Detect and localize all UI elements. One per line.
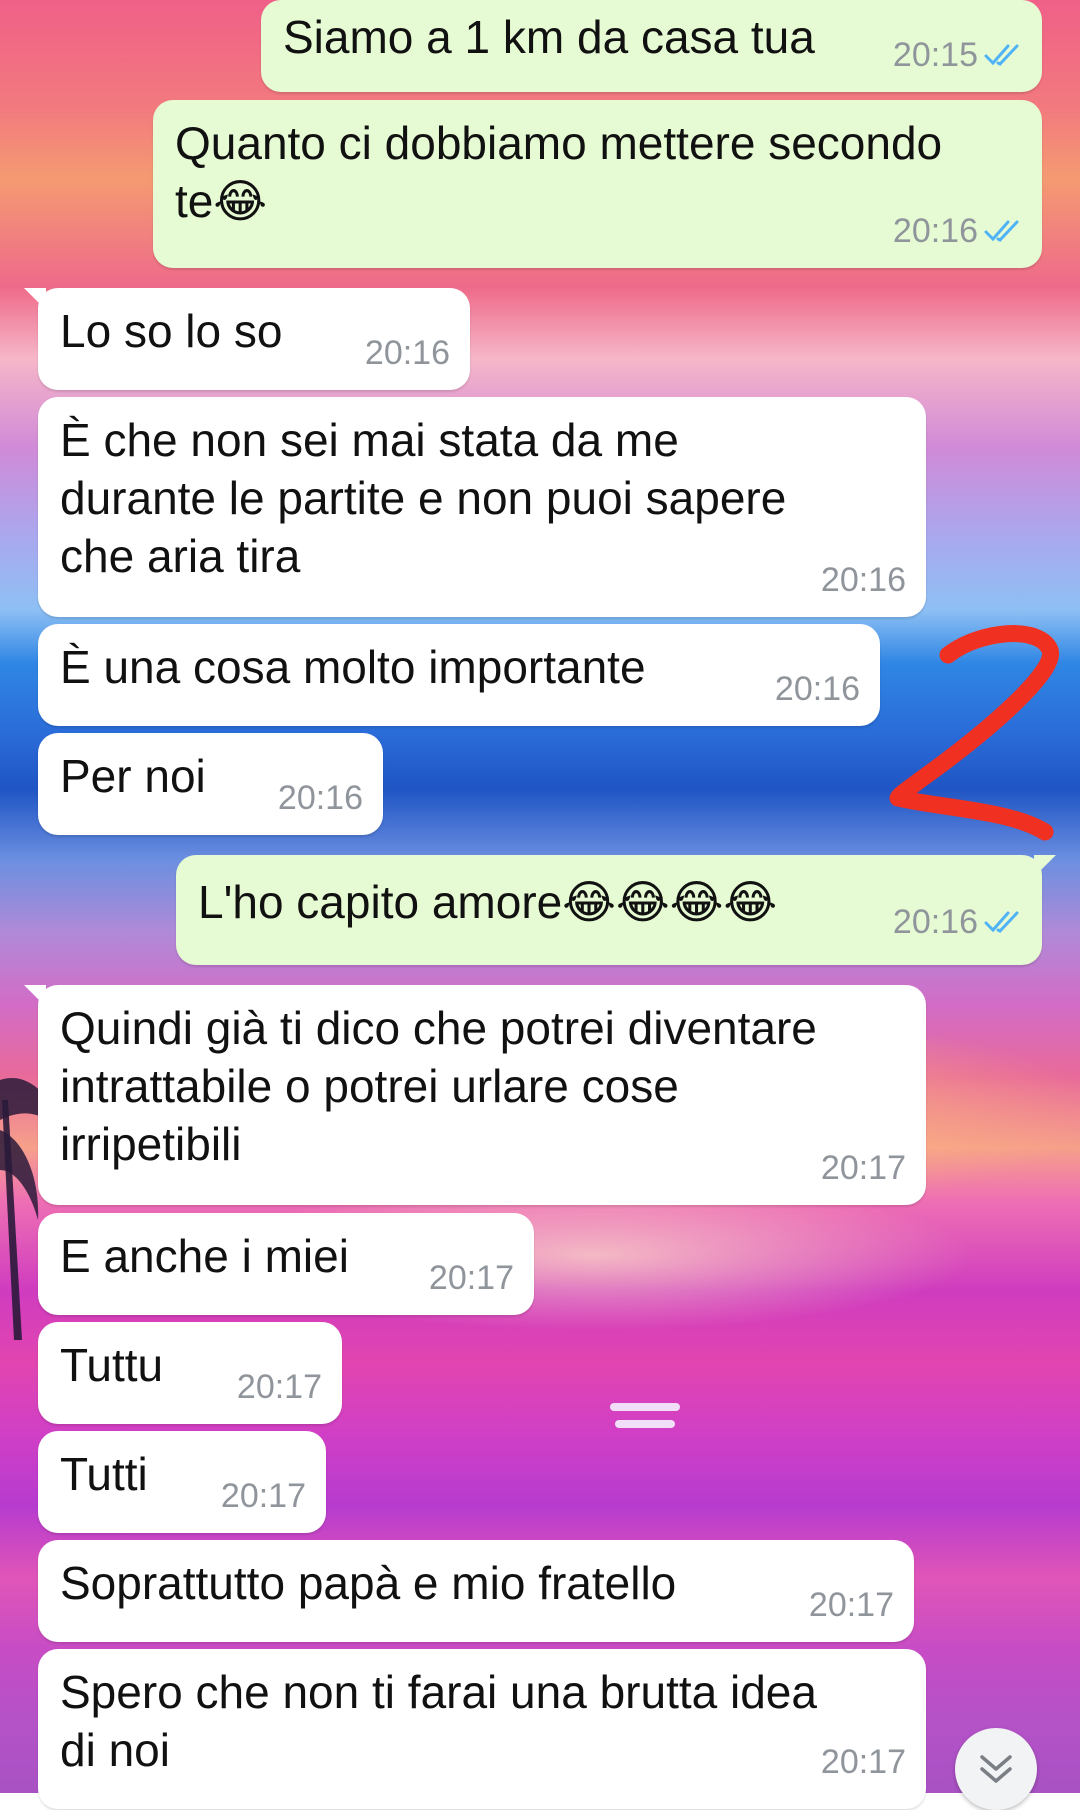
message-time: 20:16 [892, 903, 978, 941]
incoming-message[interactable]: E anche i miei 20:17 [38, 1213, 534, 1315]
message-time: 20:16 [892, 212, 978, 250]
outgoing-message[interactable]: Siamo a 1 km da casa tua 20:15 [261, 0, 1042, 92]
message-meta: 20:17 [821, 1733, 906, 1791]
double-check-icon [984, 911, 1019, 933]
incoming-message[interactable]: Lo so lo so 20:16 [24, 288, 470, 390]
incoming-message[interactable]: Tutti 20:17 [38, 1431, 326, 1533]
incoming-message[interactable]: Tuttu 20:17 [38, 1322, 342, 1424]
outgoing-message[interactable]: Quanto ci dobbiamo mettere secondo te😂 2… [153, 100, 1042, 268]
message-meta: 20:16 [278, 769, 363, 827]
message-meta: 20:16 [775, 660, 860, 718]
message-time: 20:17 [428, 1259, 514, 1297]
bubble-tail [24, 985, 46, 1007]
message-text: Spero che non ti farai una brutta idea d… [60, 1666, 817, 1776]
incoming-message[interactable]: È una cosa molto importante 20:16 [38, 624, 880, 726]
outgoing-message[interactable]: L'ho capito amore😂😂😂😂 20:16 [176, 855, 1056, 965]
message-meta: 20:16 [893, 893, 1024, 951]
message-meta: 20:17 [237, 1358, 322, 1416]
message-meta: 20:16 [893, 202, 1024, 260]
bubble-tail [24, 288, 46, 310]
message-text: Quindi già ti dico che potrei diventare … [60, 1002, 817, 1170]
message-time: 20:17 [820, 1149, 906, 1187]
message-text: È che non sei mai stata da me durante le… [60, 414, 787, 582]
incoming-message[interactable]: È che non sei mai stata da me durante le… [38, 397, 926, 617]
message-time: 20:16 [820, 561, 906, 599]
message-time: 20:16 [774, 670, 860, 708]
message-meta: 20:17 [821, 1139, 906, 1197]
message-meta: 20:17 [809, 1576, 894, 1634]
chevron-double-down-icon [980, 1755, 1012, 1783]
message-time: 20:15 [892, 36, 978, 74]
double-check-icon [984, 44, 1019, 66]
incoming-message[interactable]: Soprattutto papà e mio fratello 20:17 [38, 1540, 914, 1642]
message-time: 20:16 [364, 334, 450, 372]
message-time: 20:16 [277, 779, 363, 817]
message-text: Soprattutto papà e mio fratello [60, 1557, 677, 1609]
incoming-message[interactable]: Quindi già ti dico che potrei diventare … [24, 985, 926, 1205]
sun-reflection [615, 1420, 675, 1428]
bubble-tail [1034, 855, 1056, 877]
message-meta: 20:17 [221, 1467, 306, 1525]
incoming-message[interactable]: Per noi 20:16 [38, 733, 383, 835]
red-handwritten-number [889, 625, 1060, 841]
scroll-to-bottom-button[interactable] [955, 1728, 1037, 1810]
message-meta: 20:15 [893, 26, 1024, 84]
incoming-message[interactable]: Spero che non ti farai una brutta idea d… [38, 1649, 926, 1809]
message-time: 20:17 [808, 1586, 894, 1624]
double-check-icon [984, 220, 1019, 242]
message-time: 20:17 [220, 1477, 306, 1515]
sun-reflection [610, 1403, 680, 1411]
message-time: 20:17 [236, 1368, 322, 1406]
message-meta: 20:17 [429, 1249, 514, 1307]
message-text: È una cosa molto importante [60, 641, 646, 693]
message-meta: 20:16 [365, 324, 450, 382]
message-meta: 20:16 [821, 551, 906, 609]
message-time: 20:17 [820, 1743, 906, 1781]
